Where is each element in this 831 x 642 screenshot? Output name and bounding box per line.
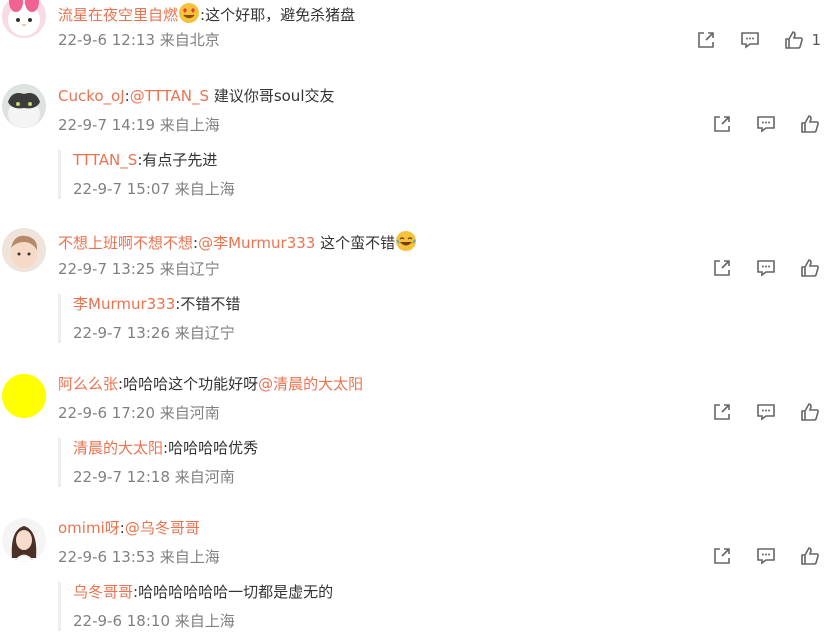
comment-icon[interactable] bbox=[755, 545, 777, 567]
comment-meta: 22-9-6 17:20 来自河南 bbox=[58, 403, 220, 423]
reply-location: 来自辽宁 bbox=[174, 324, 235, 342]
share-icon[interactable] bbox=[711, 401, 733, 423]
reply-text: :有点子先进 bbox=[137, 151, 218, 169]
mention-link[interactable]: @李Murmur333 bbox=[198, 234, 315, 252]
reply-time: 22-9-7 15:07 bbox=[73, 180, 170, 198]
reply-text: :哈哈哈哈哈哈一切都是虚无的 bbox=[133, 583, 334, 601]
comment-meta: 22-9-6 12:13 来自北京 bbox=[58, 30, 220, 50]
comment-text: :这个好耶，避免杀猪盘 bbox=[200, 6, 356, 24]
username-link[interactable]: 不想上班啊不想不想 bbox=[58, 234, 193, 252]
reply-location: 来自河南 bbox=[174, 468, 235, 486]
thumbs-up-icon[interactable] bbox=[799, 257, 821, 279]
comment-meta: 22-9-7 13:25 来自辽宁 bbox=[58, 259, 220, 279]
reply-username-link[interactable]: 乌冬哥哥 bbox=[73, 583, 133, 601]
username-link[interactable]: 阿么么张 bbox=[58, 375, 118, 393]
comment-time: 22-9-7 13:25 bbox=[58, 260, 155, 278]
reply-item: 清晨的大太阳:哈哈哈哈优秀 22-9-7 12:18 来自河南 bbox=[58, 438, 258, 487]
comment-text: 建议你哥soul交友 bbox=[209, 87, 335, 105]
comment-text-line: 阿么么张:哈哈哈这个功能好呀@清晨的大太阳 bbox=[58, 374, 363, 394]
thumbs-up-icon[interactable] bbox=[783, 29, 805, 51]
reply-time: 22-9-6 18:10 bbox=[73, 612, 170, 630]
share-icon[interactable] bbox=[695, 29, 717, 51]
pink-cartoon-avatar-icon bbox=[2, 0, 46, 38]
share-icon[interactable] bbox=[711, 113, 733, 135]
comment-text: 这个蛮不错 bbox=[315, 234, 396, 252]
cat-avatar-icon bbox=[2, 84, 46, 128]
comment-location: 来自上海 bbox=[159, 548, 220, 566]
username-link[interactable]: Cucko_oJ bbox=[58, 87, 125, 105]
comment-text-line: omimi呀:@乌冬哥哥 bbox=[58, 519, 200, 537]
mention-link[interactable]: @清晨的大太阳 bbox=[258, 375, 363, 393]
like-count: 1 bbox=[811, 31, 821, 49]
reply-text: :不错不错 bbox=[175, 295, 241, 313]
comment-text: :哈哈哈这个功能好呀 bbox=[118, 375, 259, 393]
comment-location: 来自辽宁 bbox=[159, 260, 220, 278]
mention-link[interactable]: @TTTAN_S bbox=[130, 87, 209, 105]
username-link[interactable]: omimi呀 bbox=[58, 519, 120, 537]
avatar[interactable] bbox=[2, 518, 46, 562]
avatar[interactable] bbox=[2, 0, 46, 38]
comment-text-line: Cucko_oJ:@TTTAN_S 建议你哥soul交友 bbox=[58, 87, 335, 105]
comment-actions bbox=[689, 112, 831, 136]
avatar[interactable] bbox=[2, 84, 46, 128]
thumbs-up-icon[interactable] bbox=[799, 545, 821, 567]
comment-icon[interactable] bbox=[739, 29, 761, 51]
yellow-circle-avatar-icon bbox=[2, 374, 46, 418]
comment-actions bbox=[689, 256, 831, 280]
comment-time: 22-9-6 17:20 bbox=[58, 404, 155, 422]
reply-time: 22-9-7 13:26 bbox=[73, 324, 170, 342]
mention-link[interactable]: @乌冬哥哥 bbox=[125, 519, 200, 537]
reply-item: 乌冬哥哥:哈哈哈哈哈哈一切都是虚无的 22-9-6 18:10 来自上海 bbox=[58, 582, 333, 631]
laughing-emoji-icon bbox=[396, 231, 417, 251]
comment-location: 来自河南 bbox=[159, 404, 220, 422]
comment-icon[interactable] bbox=[755, 113, 777, 135]
girl-avatar-icon bbox=[2, 518, 46, 562]
comment-icon[interactable] bbox=[755, 401, 777, 423]
avatar[interactable] bbox=[2, 228, 46, 272]
child-avatar-icon bbox=[2, 228, 46, 272]
comment-time: 22-9-6 12:13 bbox=[58, 31, 155, 49]
reply-location: 来自上海 bbox=[174, 180, 235, 198]
comment-meta: 22-9-6 13:53 来自上海 bbox=[58, 547, 220, 567]
share-icon[interactable] bbox=[711, 257, 733, 279]
comment-text-line: 不想上班啊不想不想:@李Murmur333 这个蛮不错 bbox=[58, 230, 417, 253]
username-link[interactable]: 流星在夜空里自燃 bbox=[58, 6, 178, 24]
thumbs-up-icon[interactable] bbox=[799, 401, 821, 423]
reply-username-link[interactable]: 李Murmur333 bbox=[73, 295, 175, 313]
thumbs-up-icon[interactable] bbox=[799, 113, 821, 135]
reply-username-link[interactable]: 清晨的大太阳 bbox=[73, 439, 163, 457]
comment-time: 22-9-6 13:53 bbox=[58, 548, 155, 566]
avatar[interactable] bbox=[2, 374, 46, 418]
comment-meta: 22-9-7 14:19 来自上海 bbox=[58, 115, 220, 135]
reply-text: :哈哈哈哈优秀 bbox=[163, 439, 259, 457]
comment-actions bbox=[689, 400, 831, 424]
comment-text-line: 流星在夜空里自燃 :这个好耶，避免杀猪盘 bbox=[58, 2, 355, 25]
share-icon[interactable] bbox=[711, 545, 733, 567]
comment-actions: 1 bbox=[673, 28, 831, 52]
reply-item: 李Murmur333:不错不错 22-9-7 13:26 来自辽宁 bbox=[58, 294, 240, 343]
reply-username-link[interactable]: TTTAN_S bbox=[73, 151, 137, 169]
comment-icon[interactable] bbox=[755, 257, 777, 279]
comment-location: 来自北京 bbox=[159, 31, 220, 49]
comment-actions bbox=[689, 544, 831, 568]
reply-location: 来自上海 bbox=[174, 612, 235, 630]
reply-time: 22-9-7 12:18 bbox=[73, 468, 170, 486]
reply-item: TTTAN_S:有点子先进 22-9-7 15:07 来自上海 bbox=[58, 150, 235, 199]
comment-location: 来自上海 bbox=[159, 116, 220, 134]
comment-time: 22-9-7 14:19 bbox=[58, 116, 155, 134]
heart-eyes-emoji-icon bbox=[179, 3, 200, 23]
